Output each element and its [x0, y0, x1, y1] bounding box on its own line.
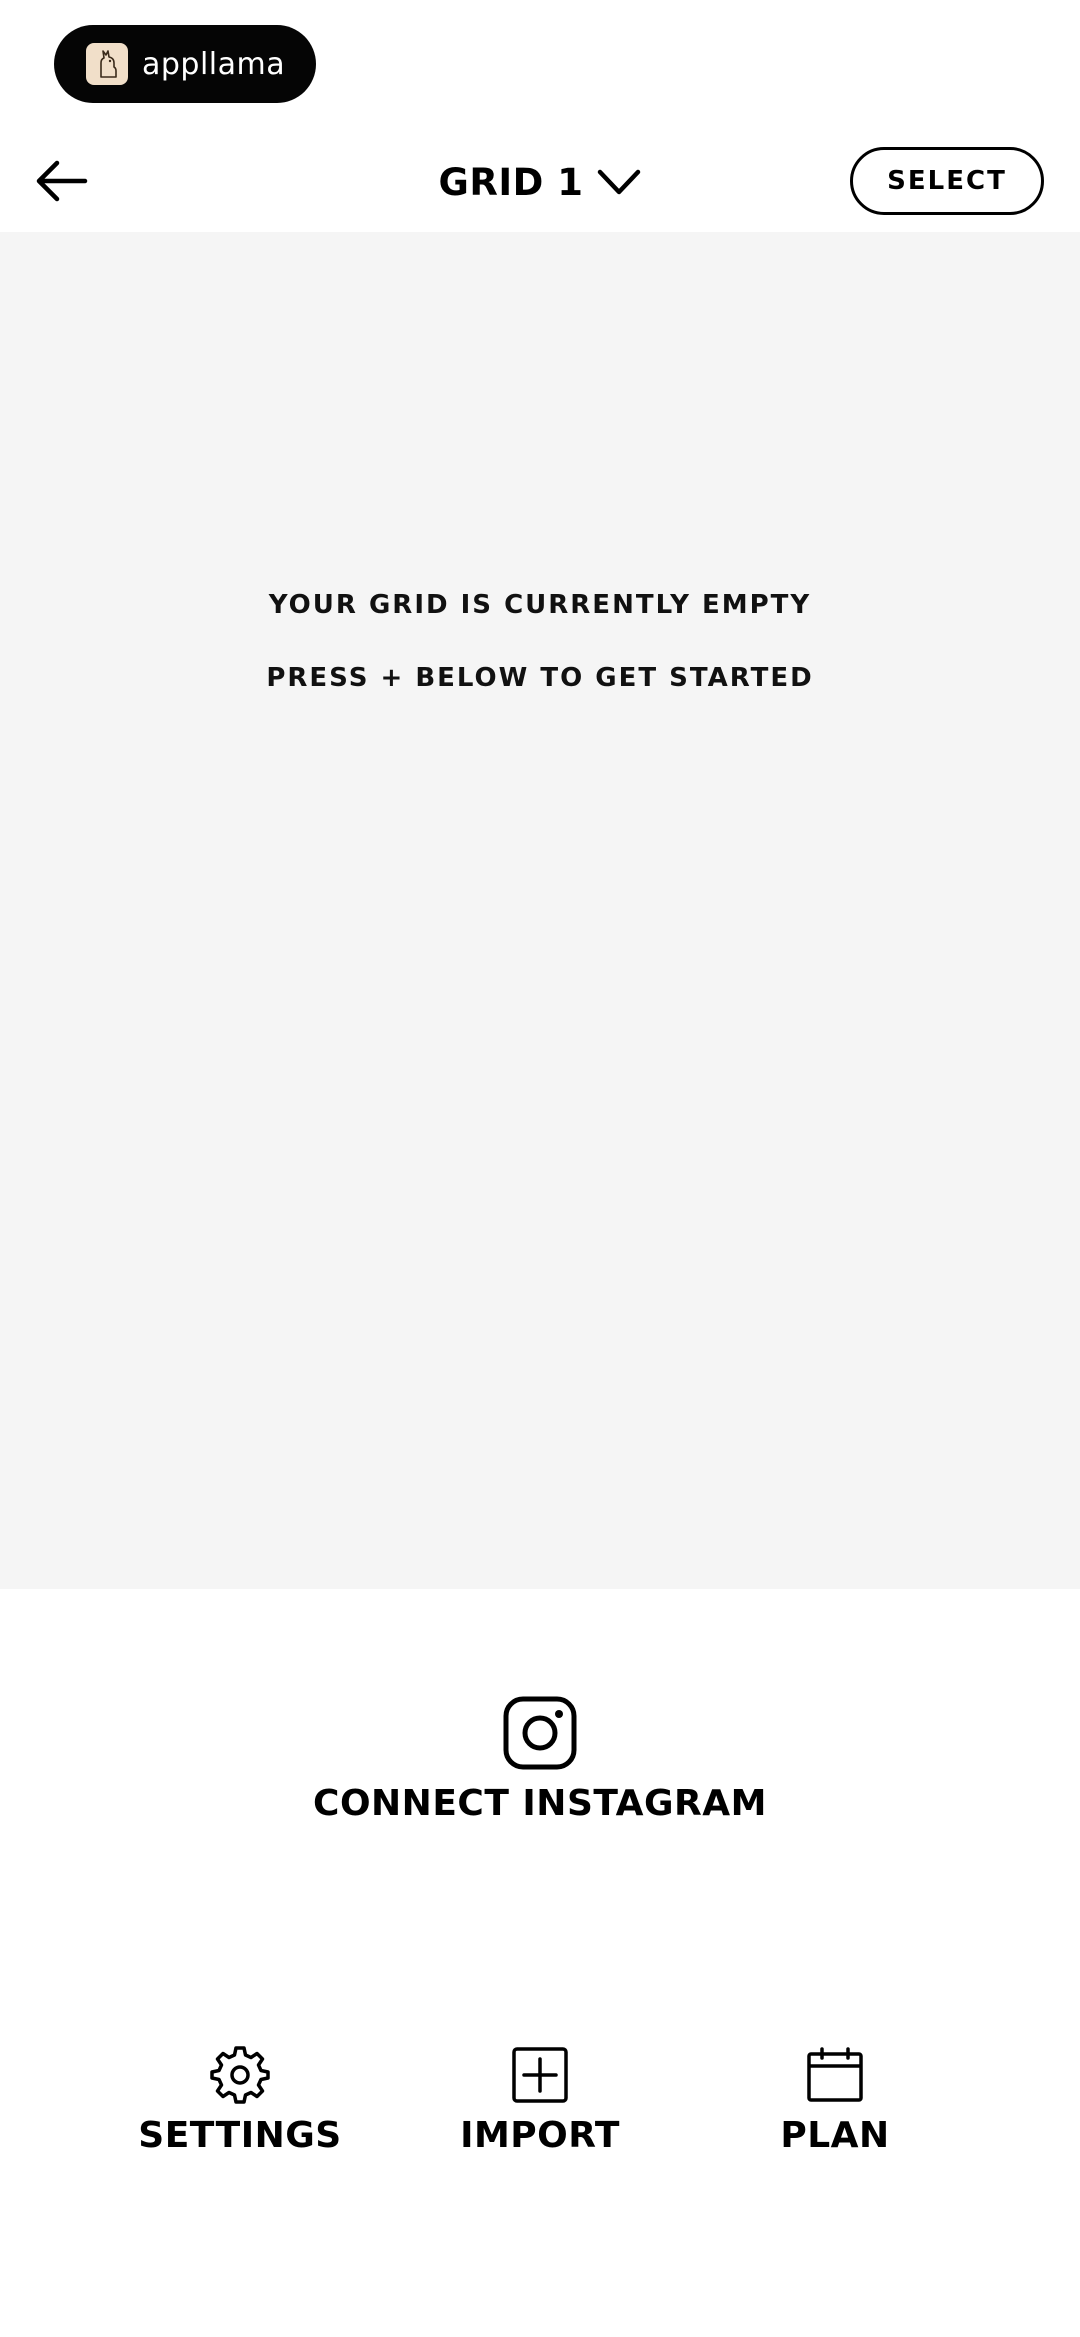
plus-square-icon: [510, 2045, 570, 2105]
calendar-icon: [805, 2045, 865, 2105]
grid-title: GRID 1: [438, 160, 584, 204]
brand-pill: appllama: [54, 25, 316, 103]
chevron-down-icon: [597, 168, 641, 196]
instagram-icon: [502, 1695, 578, 1771]
grid-selector-dropdown[interactable]: GRID 1: [370, 152, 710, 212]
connect-instagram-button[interactable]: CONNECT INSTAGRAM: [290, 1695, 790, 1835]
back-button[interactable]: [30, 150, 92, 212]
plan-button[interactable]: PLAN: [705, 2045, 965, 2175]
select-button[interactable]: SELECT: [850, 147, 1044, 215]
plan-label: PLAN: [780, 2115, 890, 2156]
empty-grid-hint: PRESS + BELOW TO GET STARTED: [266, 663, 814, 693]
brand-name: appllama: [142, 46, 286, 82]
llama-logo-icon: [86, 43, 128, 85]
header-bar: GRID 1 SELECT: [0, 130, 1080, 232]
empty-grid-message: YOUR GRID IS CURRENTLY EMPTY: [268, 590, 812, 620]
import-button[interactable]: IMPORT: [410, 2045, 670, 2175]
arrow-left-icon: [36, 160, 88, 202]
settings-button[interactable]: SETTINGS: [110, 2045, 370, 2175]
import-label: IMPORT: [460, 2115, 620, 2156]
settings-label: SETTINGS: [138, 2115, 342, 2156]
connect-instagram-label: CONNECT INSTAGRAM: [313, 1783, 767, 1824]
grid-area: YOUR GRID IS CURRENTLY EMPTY PRESS + BEL…: [0, 232, 1080, 1589]
gear-icon: [210, 2045, 270, 2105]
bottom-action-bar: SETTINGS IMPORT PLAN: [0, 2045, 1080, 2175]
